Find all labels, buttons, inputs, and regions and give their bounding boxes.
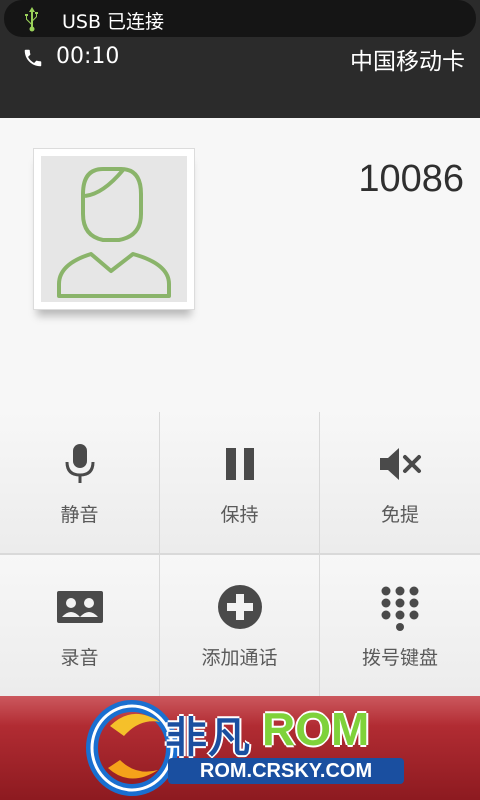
carrier-name: 中国移动卡 — [350, 49, 465, 75]
person-icon — [57, 167, 171, 298]
mute-button[interactable]: 静音 — [0, 412, 159, 553]
phone-icon — [24, 49, 42, 67]
hold-button[interactable]: 保持 — [160, 412, 319, 553]
mute-label: 静音 — [60, 504, 99, 526]
add-call-icon — [217, 585, 262, 629]
add-call-button[interactable]: 添加通话 — [160, 555, 319, 696]
notification-bar[interactable]: USB 已连接 — [4, 0, 476, 37]
dialpad-label: 拨号键盘 — [361, 647, 438, 669]
add-call-label: 添加通话 — [201, 647, 278, 669]
caller-panel: 10086 — [0, 118, 480, 412]
logo-rom-text: ROM — [262, 703, 370, 755]
dialpad-icon — [381, 586, 419, 631]
microphone-icon — [65, 444, 94, 483]
logo-url-text: ROM.CRSKY.COM — [168, 758, 404, 784]
dialpad-button[interactable]: 拨号键盘 — [320, 555, 480, 696]
speaker-mute-icon — [380, 448, 421, 480]
call-header: 00:10 中国移动卡 — [0, 37, 480, 118]
call-timer: 00:10 — [56, 44, 120, 69]
watermark-banner: 非凡 ROM ROM.CRSKY.COM — [0, 696, 480, 800]
usb-status-text: USB 已连接 — [62, 11, 165, 33]
record-button[interactable]: 录音 — [0, 555, 159, 696]
record-label: 录音 — [60, 647, 99, 669]
speaker-button[interactable]: 免提 — [320, 412, 480, 553]
avatar — [33, 148, 195, 310]
logo-chinese-text: 非凡 — [165, 713, 252, 762]
hold-label: 保持 — [220, 504, 259, 526]
avatar-background — [41, 156, 187, 302]
record-icon — [56, 591, 103, 623]
speaker-label: 免提 — [380, 504, 419, 526]
pause-icon — [225, 448, 254, 480]
call-controls: 静音 保持 免提 录音 添加通话 拨号键盘 — [0, 412, 480, 696]
usb-icon — [25, 7, 38, 32]
caller-number: 10086 — [358, 158, 464, 200]
